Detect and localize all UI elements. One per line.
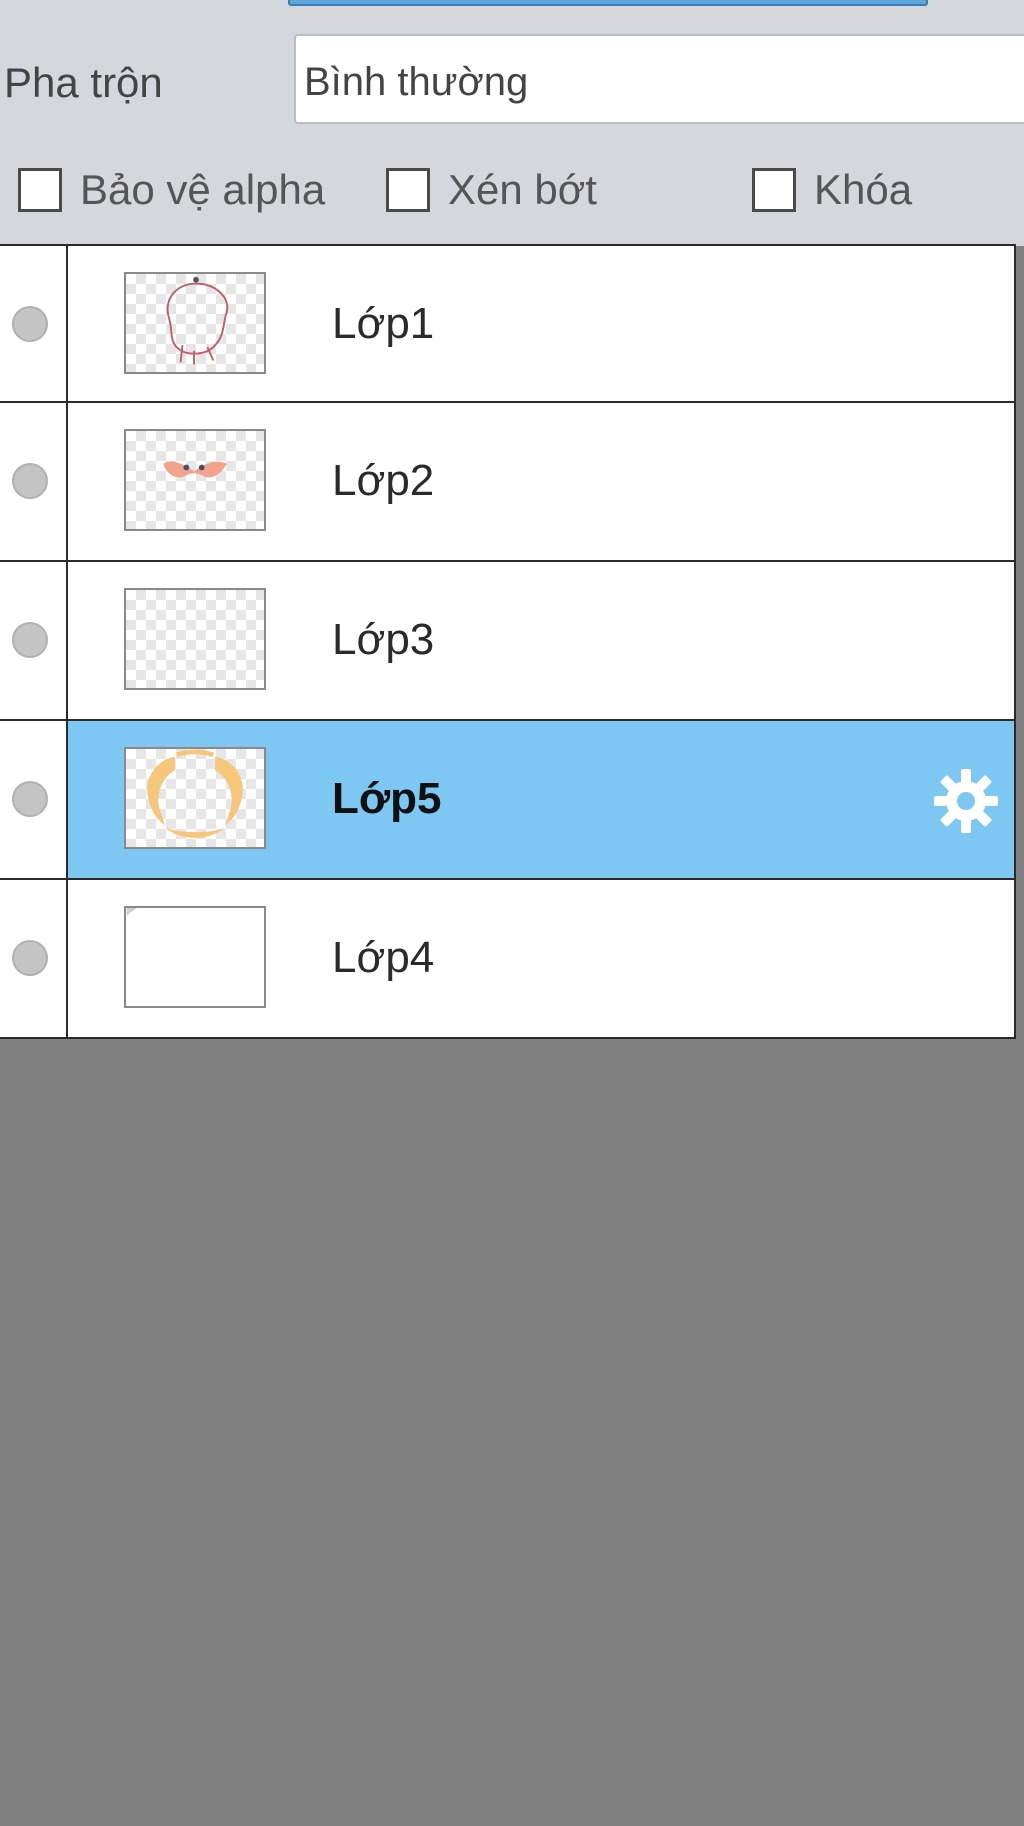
lock-option[interactable]: Khóa	[752, 166, 912, 214]
clip-option[interactable]: Xén bớt	[386, 166, 597, 214]
layer-row[interactable]: Lớp4	[0, 880, 1016, 1039]
layer-name: Lớp5	[332, 774, 442, 823]
layer-name: Lớp4	[332, 933, 435, 982]
layer-thumbnail	[124, 272, 266, 374]
layer-options-row: Bảo vệ alpha Xén bớt Khóa	[0, 160, 1024, 220]
layer-row-selected[interactable]: Lớp5	[0, 721, 1016, 880]
visibility-cell[interactable]	[0, 880, 68, 1037]
visibility-cell[interactable]	[0, 721, 68, 878]
visibility-cell[interactable]	[0, 403, 68, 560]
lock-label: Khóa	[814, 166, 913, 213]
clip-label: Xén bớt	[448, 166, 597, 213]
protect-alpha-option[interactable]: Bảo vệ alpha	[18, 166, 325, 214]
visibility-toggle-icon[interactable]	[12, 940, 48, 976]
layer-thumbnail	[124, 747, 266, 849]
visibility-toggle-icon[interactable]	[12, 622, 48, 658]
layer-main[interactable]: Lớp2	[68, 403, 1016, 560]
layer-main[interactable]: Lớp1	[68, 246, 1016, 401]
protect-alpha-checkbox[interactable]	[18, 168, 62, 212]
visibility-toggle-icon[interactable]	[12, 463, 48, 499]
clip-checkbox[interactable]	[386, 168, 430, 212]
lock-checkbox[interactable]	[752, 168, 796, 212]
layer-name: Lớp1	[332, 299, 435, 348]
visibility-cell[interactable]	[0, 562, 68, 719]
layer-thumbnail	[124, 588, 266, 690]
visibility-toggle-icon[interactable]	[12, 306, 48, 342]
layer-main[interactable]: Lớp3	[68, 562, 1016, 719]
layer-name: Lớp3	[332, 615, 435, 664]
ring-shape-icon	[147, 749, 243, 838]
gear-icon[interactable]	[930, 765, 1002, 837]
layer-list: Lớp1 Lớp2 Lớp3 Lớp5 Lớp4	[0, 244, 1016, 1039]
layer-properties-panel: Pha trộn Bình thường Bảo vệ alpha Xén bớ…	[0, 0, 1024, 246]
layer-thumbnail	[124, 429, 266, 531]
opacity-slider[interactable]	[288, 0, 928, 6]
layer-row[interactable]: Lớp2	[0, 403, 1016, 562]
corner-mark-icon	[126, 908, 137, 916]
visibility-toggle-icon[interactable]	[12, 781, 48, 817]
blend-mode-value: Bình thường	[304, 60, 529, 104]
visibility-cell[interactable]	[0, 246, 68, 401]
layer-row[interactable]: Lớp1	[0, 244, 1016, 403]
protect-alpha-label: Bảo vệ alpha	[80, 166, 326, 213]
layer-name: Lớp2	[332, 456, 435, 505]
sketch-outline-icon	[166, 276, 229, 365]
blend-mode-select[interactable]: Bình thường	[294, 34, 1024, 124]
blend-mode-label: Pha trộn	[4, 59, 163, 106]
layer-main[interactable]: Lớp4	[68, 880, 1016, 1037]
layer-row[interactable]: Lớp3	[0, 562, 1016, 721]
bow-shape-icon	[163, 461, 227, 478]
layer-thumbnail	[124, 906, 266, 1008]
layer-main[interactable]: Lớp5	[68, 721, 1016, 878]
